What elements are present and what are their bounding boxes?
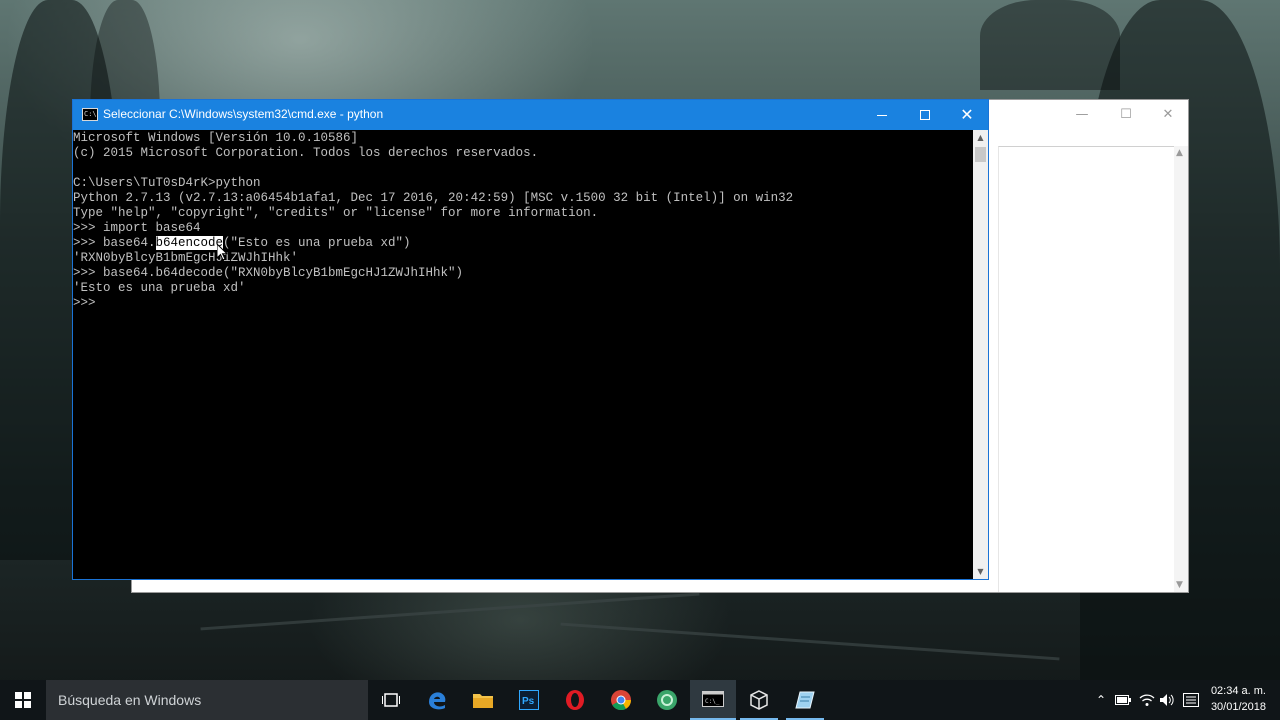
green-app-button[interactable]: [644, 680, 690, 720]
console-line-with-selection: >>> base64.b64encode("Esto es una prueba…: [73, 236, 973, 251]
taskbar: Búsqueda en Windows Ps C:\_ ⌃ 02:34 a. m…: [0, 680, 1280, 720]
svg-text:C:\_: C:\_: [705, 698, 720, 705]
show-hidden-icons-icon[interactable]: ⌃: [1092, 680, 1110, 720]
console-text: >>> base64.: [73, 236, 156, 250]
opera-button[interactable]: [552, 680, 598, 720]
background-window-scrollbar[interactable]: ▲ ▼: [1174, 146, 1188, 592]
cmd-window: C:\ Seleccionar C:\Windows\system32\cmd.…: [72, 99, 989, 580]
chrome-button[interactable]: [598, 680, 644, 720]
maximize-icon[interactable]: ☐: [1104, 100, 1148, 128]
chrome-icon: [611, 690, 632, 711]
notepad-button[interactable]: [782, 680, 828, 720]
scroll-down-icon[interactable]: ▼: [973, 564, 988, 579]
console-scrollbar[interactable]: ▲ ▼: [973, 130, 988, 579]
photoshop-button[interactable]: Ps: [506, 680, 552, 720]
edge-icon: [429, 692, 446, 710]
selected-text[interactable]: b64encode: [155, 236, 224, 250]
cmd-icon: C:\: [82, 108, 98, 121]
cmd-titlebar[interactable]: C:\ Seleccionar C:\Windows\system32\cmd.…: [73, 100, 988, 130]
clock-date: 30/01/2018: [1210, 701, 1266, 713]
notepad-icon: [795, 691, 815, 709]
console-line: Microsoft Windows [Versión 10.0.10586]: [73, 131, 359, 145]
green-app-icon: [657, 690, 677, 710]
minimize-icon: [877, 114, 887, 116]
task-view-button[interactable]: [368, 680, 414, 720]
background-window-panel: [998, 146, 1188, 592]
cmd-icon: C:\_: [702, 691, 724, 707]
maximize-icon: [920, 110, 930, 120]
minimize-icon[interactable]: —: [1060, 100, 1104, 128]
start-button[interactable]: [0, 680, 46, 720]
console-line: 'Esto es una prueba xd': [73, 281, 246, 295]
window-title: Seleccionar C:\Windows\system32\cmd.exe …: [103, 107, 384, 121]
task-view-icon: [382, 693, 400, 707]
close-icon: ✕: [960, 105, 974, 124]
console-line: 'RXN0byBlcyB1bmEgcHJ1ZWJhIHhk': [73, 251, 299, 265]
close-button[interactable]: ✕: [945, 100, 989, 130]
clock[interactable]: 02:34 a. m. 30/01/2018: [1211, 683, 1266, 715]
edge-button[interactable]: [414, 680, 460, 720]
volume-icon[interactable]: [1158, 680, 1176, 720]
mouse-cursor-icon: [217, 244, 229, 261]
maximize-button[interactable]: [903, 100, 947, 130]
virtualbox-button[interactable]: [736, 680, 782, 720]
console-prompt[interactable]: >>>: [73, 296, 973, 311]
battery-icon[interactable]: [1114, 680, 1132, 720]
minimize-button[interactable]: [860, 100, 904, 130]
scroll-down-icon[interactable]: ▼: [1176, 580, 1183, 590]
console-text: ("Esto es una prueba xd"): [223, 236, 411, 250]
scroll-up-icon[interactable]: ▲: [973, 130, 988, 145]
action-center-icon[interactable]: [1182, 680, 1200, 720]
wifi-icon[interactable]: [1138, 680, 1156, 720]
scroll-thumb[interactable]: [975, 147, 986, 162]
close-icon[interactable]: ✕: [1146, 100, 1190, 128]
console-line: >>> base64.b64decode("RXN0byBlcyB1bmEgcH…: [73, 266, 464, 280]
console-line: Python 2.7.13 (v2.7.13:a06454b1afa1, Dec…: [73, 191, 794, 205]
cmd-taskbar-button[interactable]: C:\_: [690, 680, 736, 720]
photoshop-icon: Ps: [519, 690, 539, 710]
console-output[interactable]: Microsoft Windows [Versión 10.0.10586] (…: [73, 130, 973, 579]
scroll-up-icon[interactable]: ▲: [1176, 148, 1183, 158]
file-explorer-button[interactable]: [460, 680, 506, 720]
opera-icon: [566, 690, 584, 710]
console-line: >>> import base64: [73, 221, 201, 235]
windows-logo-icon: [15, 692, 31, 708]
svg-text:Ps: Ps: [522, 696, 535, 707]
console-line: C:\Users\TuT0sD4rK>python: [73, 176, 261, 190]
cube-icon: [750, 690, 768, 710]
clock-time: 02:34 a. m.: [1210, 685, 1266, 697]
console-line: (c) 2015 Microsoft Corporation. Todos lo…: [73, 146, 539, 160]
search-box[interactable]: Búsqueda en Windows: [46, 680, 368, 720]
folder-icon: [473, 694, 493, 708]
console-line: Type "help", "copyright", "credits" or "…: [73, 206, 599, 220]
